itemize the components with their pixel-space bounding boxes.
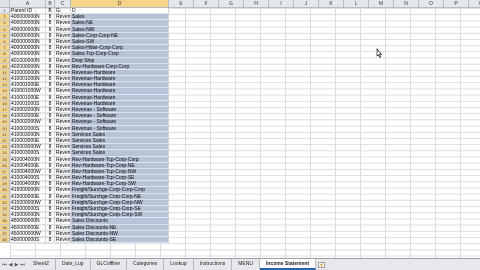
cell[interactable]: 450000000S — [10, 236, 46, 244]
sheet-tab[interactable]: Lookup — [164, 259, 194, 270]
cell[interactable]: Sales Discounts-SE — [71, 236, 169, 244]
mouse-pointer-icon — [376, 48, 383, 58]
table-row: 450000000S8RevenueSales Discounts-SE — [10, 236, 170, 244]
column-header-a[interactable]: A — [10, 0, 46, 8]
sheet-tab[interactable]: Instructions — [193, 259, 233, 270]
column-header-o[interactable]: O — [419, 0, 444, 8]
column-header-d[interactable]: D — [71, 0, 169, 8]
column-header-g[interactable]: G — [219, 0, 244, 8]
column-header-h[interactable]: H — [244, 0, 269, 8]
insert-sheet-icon[interactable] — [316, 259, 326, 270]
column-header-e[interactable]: E — [169, 0, 194, 8]
cell[interactable]: 8 — [46, 236, 55, 244]
column-header-k[interactable]: K — [319, 0, 344, 8]
sheet-tab[interactable]: GLCoffline — [90, 259, 128, 270]
spreadsheet-grid[interactable]: ABCDEFGHIJKLMNOPQ 1234567891011121314151… — [0, 0, 480, 258]
row-headers: 1 2 3 4 5 6 7 8 9 10 11 12 13 14 15 16 17 18 19 20 21 22 23 24 2… — [0, 8, 10, 244]
next-sheet-icon[interactable]: ▶ — [14, 262, 19, 268]
column-header-b[interactable]: B — [46, 0, 55, 8]
tab-navigation: ⏮ ◀ ▶ ⏭ — [0, 259, 27, 270]
prev-sheet-icon[interactable]: ◀ — [8, 262, 13, 268]
sheet-tab[interactable]: Date_Lup — [55, 259, 91, 270]
column-header-i[interactable]: I — [269, 0, 294, 8]
column-header-m[interactable]: M — [369, 0, 394, 8]
data-rows: Parent IDBGD400000000N8RevenueSales40000… — [10, 8, 170, 244]
row-header[interactable]: 38 — [0, 236, 10, 244]
column-header-f[interactable]: F — [194, 0, 219, 8]
column-header-j[interactable]: J — [294, 0, 319, 8]
last-sheet-icon[interactable]: ⏭ — [20, 262, 25, 268]
cell[interactable]: Revenue — [55, 236, 71, 244]
column-header-p[interactable]: P — [444, 0, 469, 8]
sheet-tab[interactable]: Categories — [127, 259, 165, 270]
sheet-tab[interactable]: Income Statement — [260, 259, 317, 270]
column-header-c[interactable]: C — [55, 0, 71, 8]
column-header-n[interactable]: N — [394, 0, 419, 8]
select-all-corner[interactable] — [0, 0, 10, 8]
sheet-tab[interactable]: MENU — [232, 259, 260, 270]
sheet-tab-bar: ⏮ ◀ ▶ ⏭ Sheet2 Date_Lup GLCoffline Categori… — [0, 258, 480, 270]
sheet-tabs: Sheet2 Date_Lup GLCoffline Categories Lookup… — [27, 259, 317, 270]
column-header-q[interactable]: Q — [469, 0, 480, 8]
column-header-l[interactable]: L — [344, 0, 369, 8]
first-sheet-icon[interactable]: ⏮ — [2, 262, 7, 268]
sheet-tab[interactable]: Sheet2 — [27, 259, 56, 270]
